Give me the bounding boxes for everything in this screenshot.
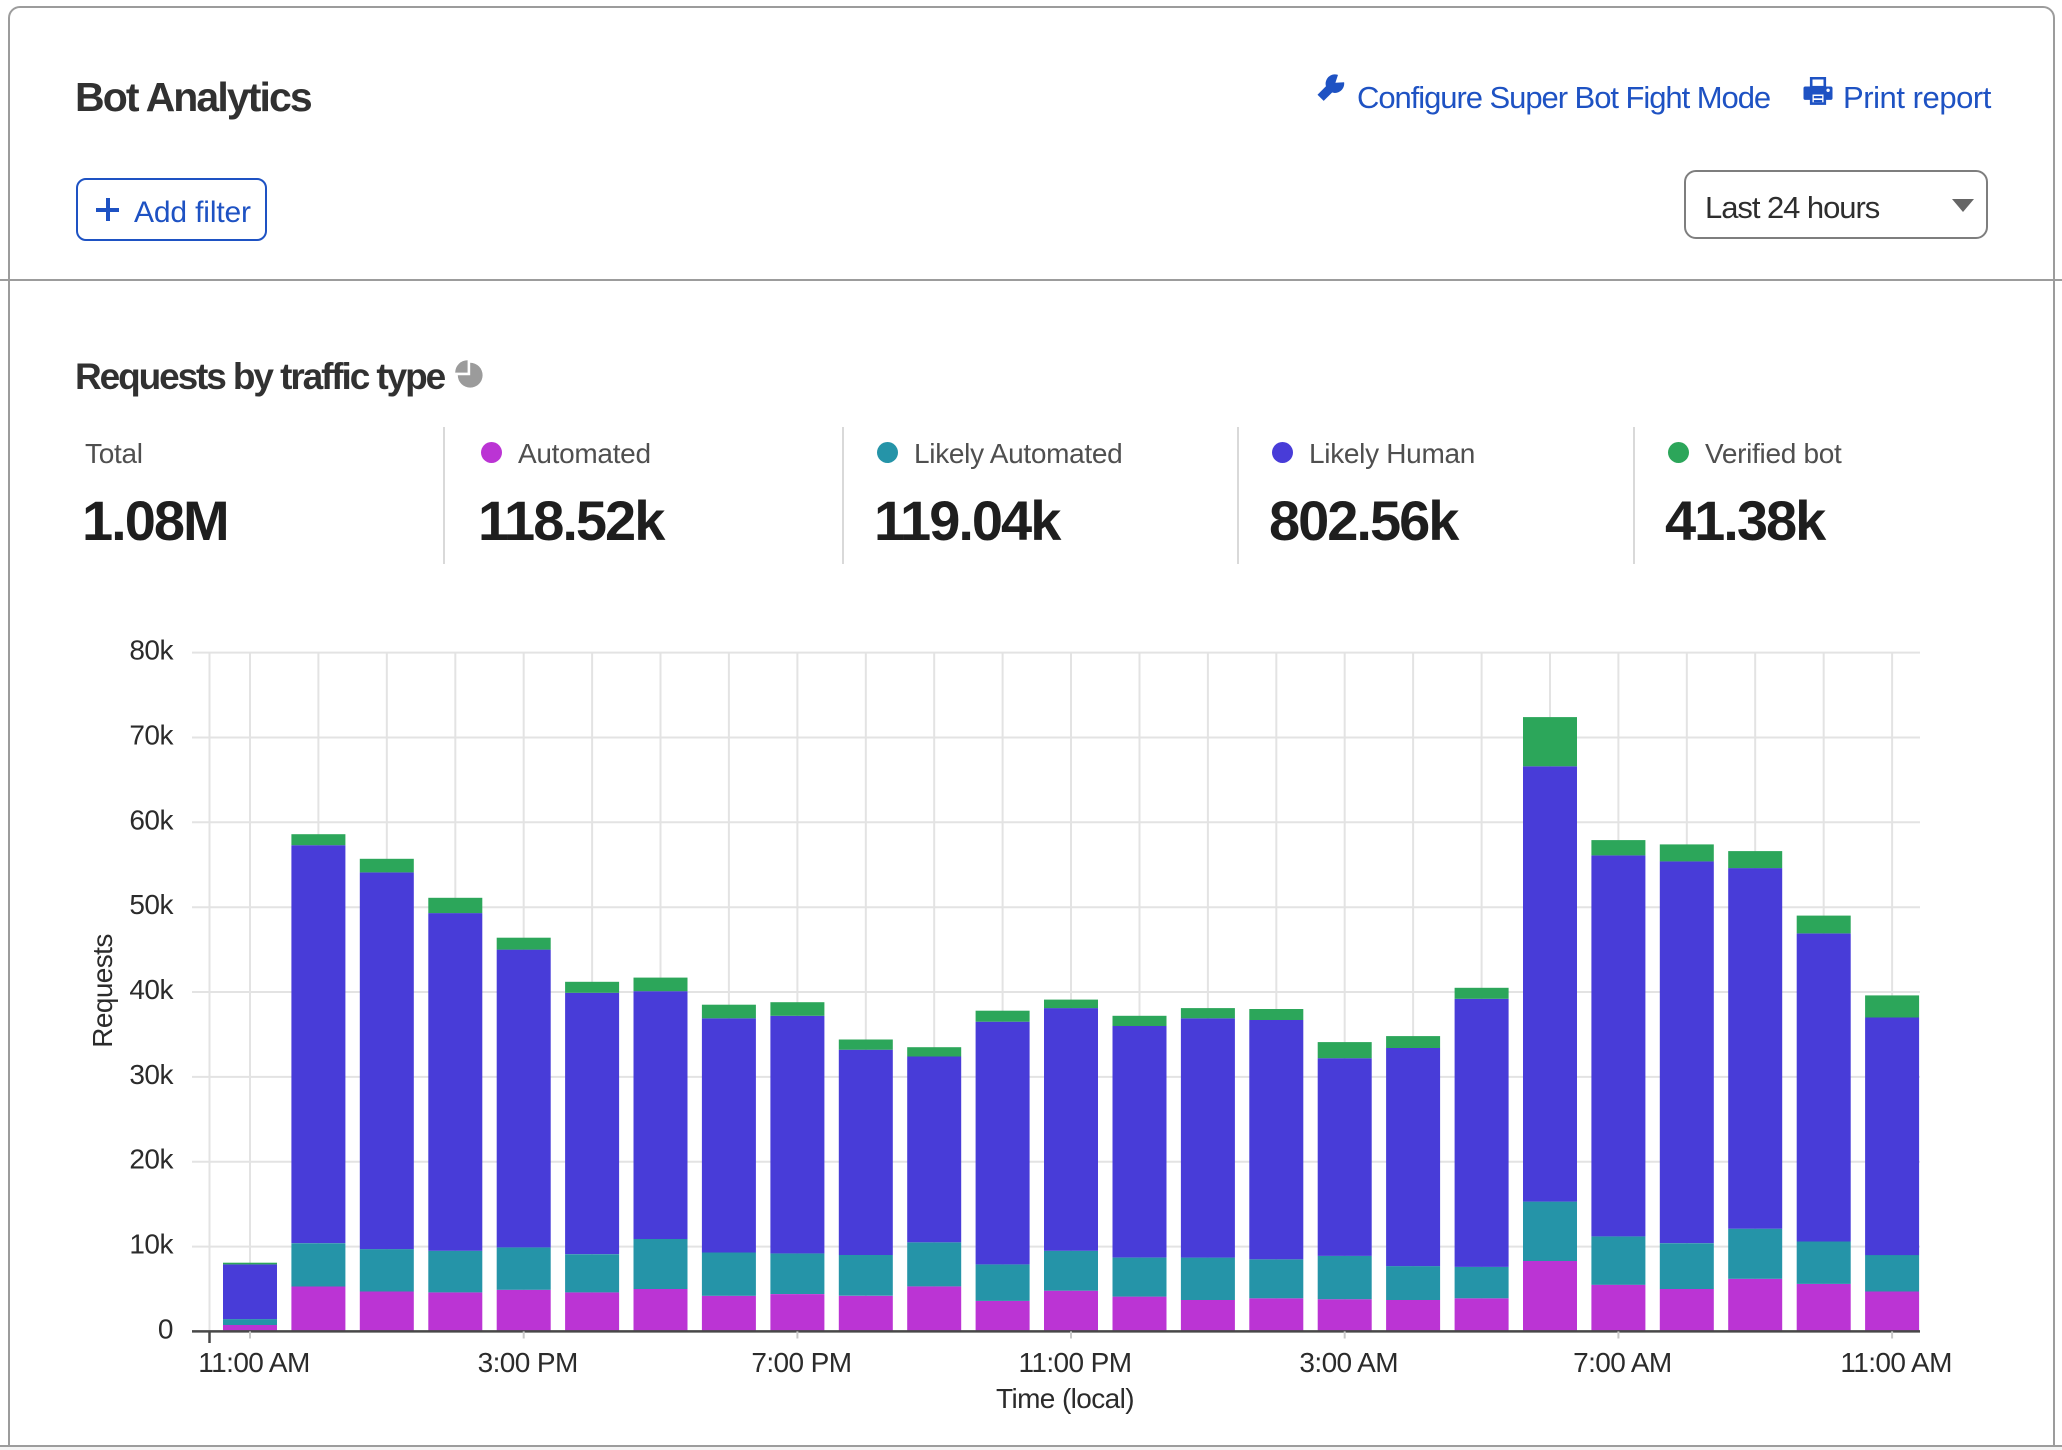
svg-text:11:00 PM: 11:00 PM bbox=[1019, 1347, 1132, 1378]
svg-text:Time (local): Time (local) bbox=[996, 1383, 1134, 1414]
svg-text:11:00 AM: 11:00 AM bbox=[1840, 1347, 1951, 1378]
svg-text:Requests: Requests bbox=[87, 934, 118, 1048]
svg-text:0: 0 bbox=[158, 1313, 173, 1344]
svg-text:7:00 PM: 7:00 PM bbox=[751, 1347, 851, 1378]
svg-text:3:00 PM: 3:00 PM bbox=[478, 1347, 578, 1378]
svg-text:11:00 AM: 11:00 AM bbox=[198, 1347, 309, 1378]
svg-text:20k: 20k bbox=[129, 1144, 174, 1175]
svg-text:7:00 AM: 7:00 AM bbox=[1573, 1347, 1672, 1378]
svg-text:3:00 AM: 3:00 AM bbox=[1299, 1347, 1398, 1378]
svg-text:50k: 50k bbox=[129, 889, 174, 920]
svg-text:30k: 30k bbox=[129, 1059, 174, 1090]
svg-text:80k: 80k bbox=[129, 635, 174, 666]
svg-text:10k: 10k bbox=[129, 1229, 174, 1260]
svg-text:60k: 60k bbox=[129, 804, 174, 835]
svg-text:40k: 40k bbox=[129, 974, 174, 1005]
svg-text:70k: 70k bbox=[129, 720, 174, 751]
